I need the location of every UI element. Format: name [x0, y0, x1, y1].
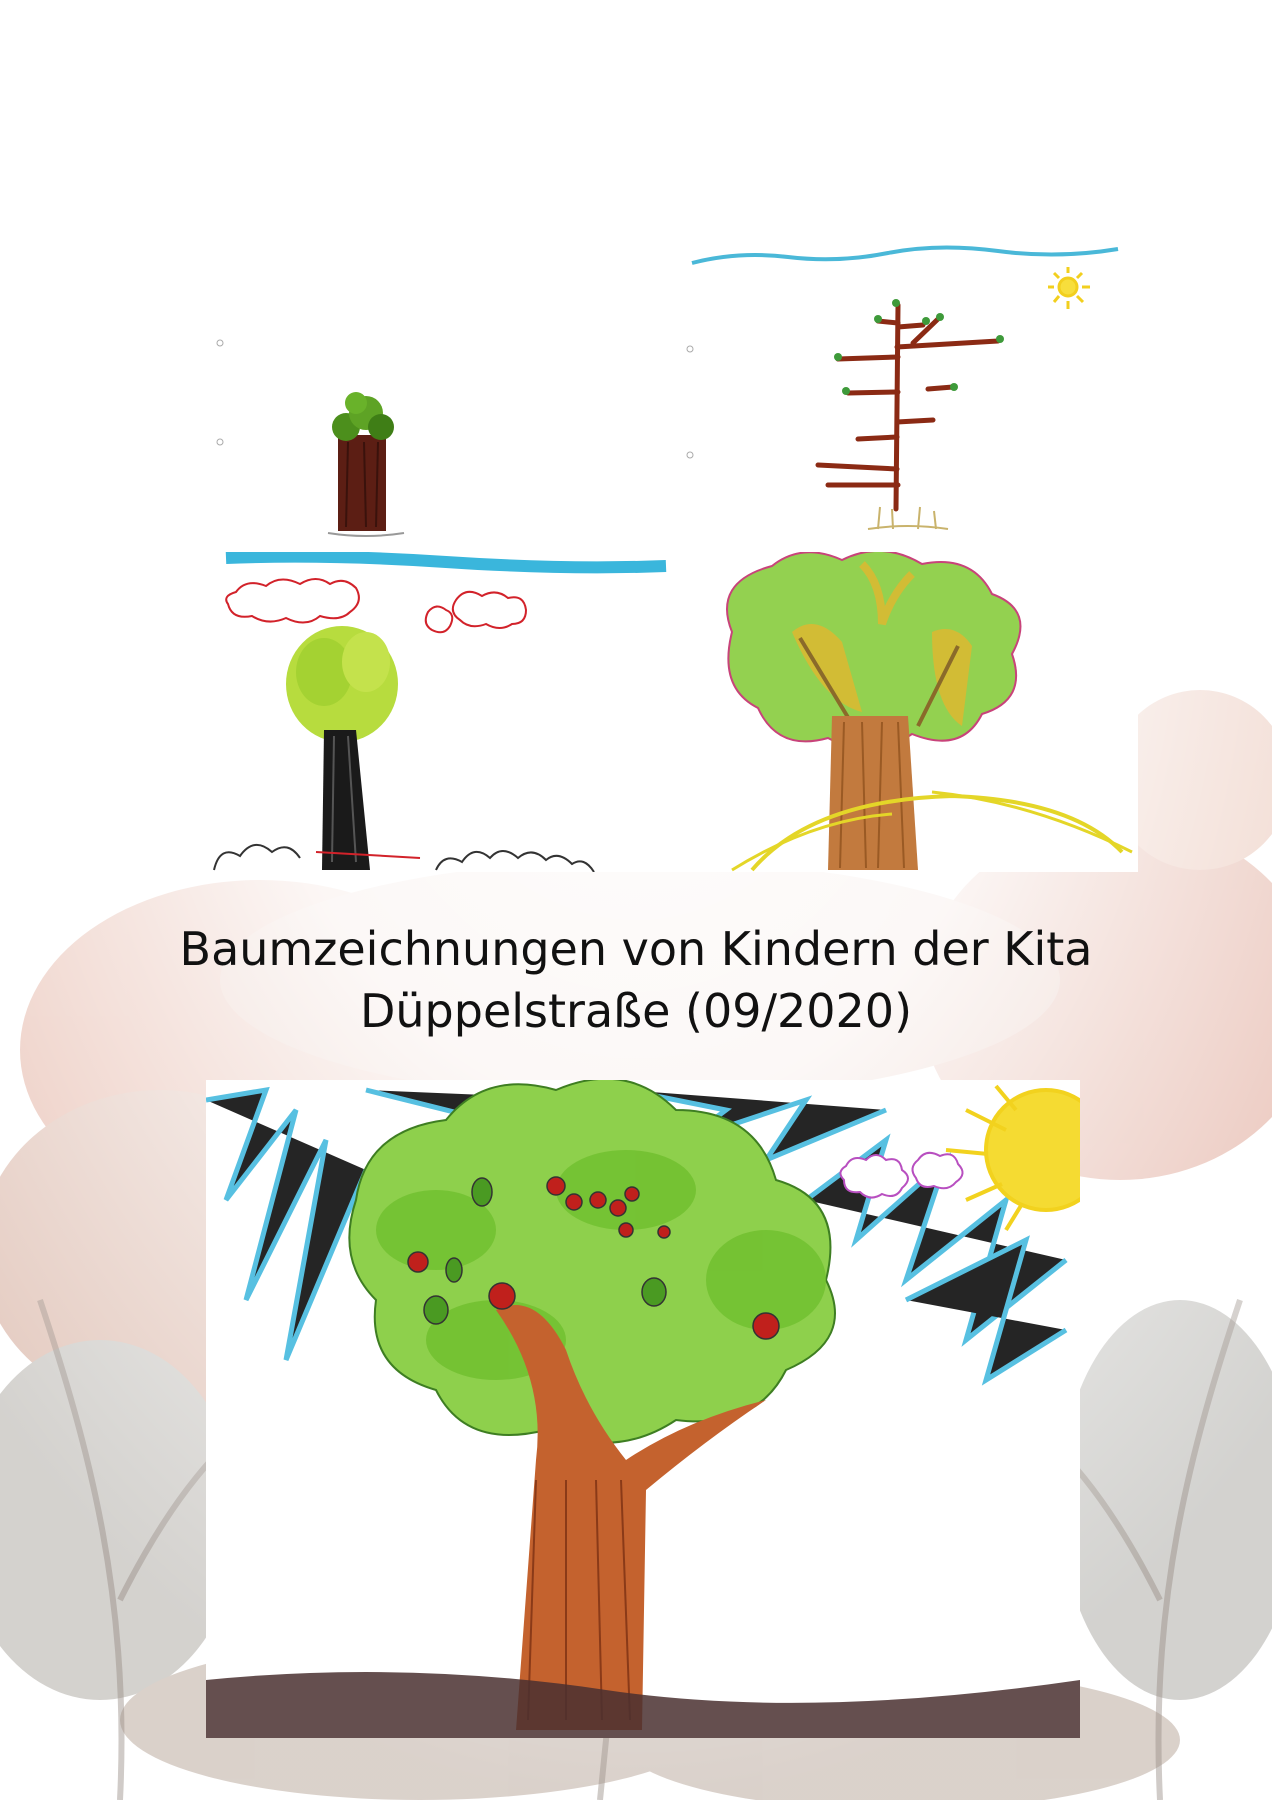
leafy-tree-illustration — [726, 552, 1133, 872]
page-title: Baumzeichnungen von Kindern der Kita Düp… — [0, 918, 1272, 1042]
drawing-small-tree — [206, 237, 656, 547]
drawing-apple-tree — [206, 1080, 1080, 1738]
drawing-leafy-tree — [672, 552, 1138, 872]
bare-tree-illustration — [686, 245, 1119, 530]
apple-tree-illustration — [206, 1080, 1080, 1738]
small-tree-illustration — [216, 339, 405, 537]
drawing-tree-clouds — [206, 552, 672, 872]
title-line-2: Düppelstraße (09/2020) — [359, 984, 913, 1038]
title-line-1: Baumzeichnungen von Kindern der Kita — [179, 922, 1093, 976]
tree-clouds-illustration — [213, 552, 667, 872]
drawing-bare-tree-sun — [678, 237, 1132, 547]
